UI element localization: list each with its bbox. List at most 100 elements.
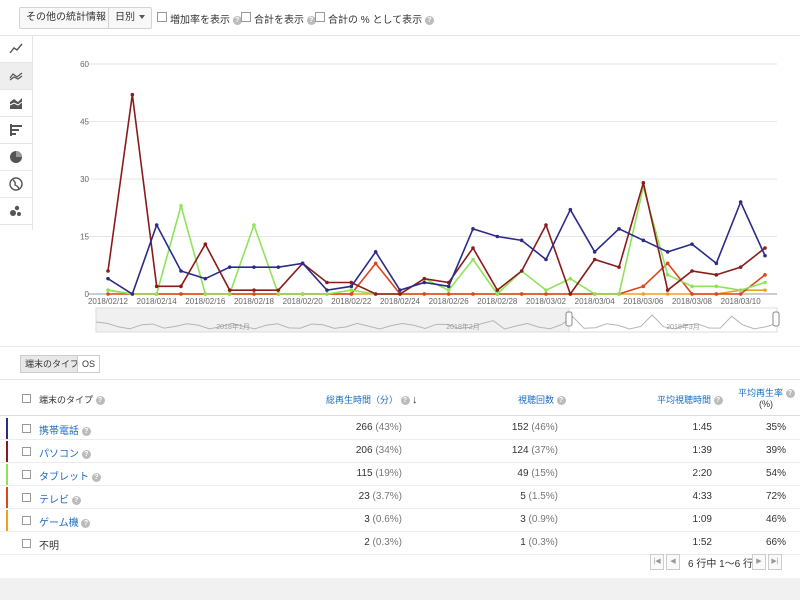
help-icon[interactable]: ? [713,396,723,406]
data-point-mobile [544,257,548,262]
help-icon[interactable]: ? [91,472,101,482]
row-checkbox[interactable] [22,539,31,548]
device-type-name[interactable]: ゲーム機 ? [39,514,91,529]
views-pct: (0.9%) [528,514,558,525]
device-type-label: 携帯電話 [39,426,79,437]
x-tick-label: 2018/02/24 [380,297,421,306]
watch-time-value: 115 [356,468,373,479]
growth-checkbox[interactable] [157,12,167,22]
data-point-tablet [544,288,548,292]
data-point-mobile [276,265,281,269]
data-point-mobile [495,234,500,239]
help-icon[interactable]: ? [81,518,91,528]
row-checkbox[interactable] [22,516,31,525]
area-chart-icon[interactable] [0,90,32,117]
total-pct-checkbox[interactable] [315,12,325,22]
total-label: 合計を表示 ? [254,11,316,26]
growth-label: 増加率を表示 ? [170,11,242,26]
data-point-pc [422,276,427,281]
next-page-icon[interactable]: ▶ [752,554,766,570]
data-point-pc [130,92,135,97]
x-tick-label: 2018/02/20 [283,297,324,306]
col-views[interactable]: 視聴回数 ? [518,393,566,406]
data-point-mobile [227,265,232,269]
help-icon[interactable]: ? [424,15,434,25]
tab-os[interactable]: OS [77,355,101,373]
series-color-bar [6,418,8,439]
data-point-tv [446,292,451,296]
bar-chart-icon[interactable] [0,117,32,144]
data-point-tablet [154,292,159,296]
total-pct-text: 合計の % として表示 [328,15,423,26]
avg-pct-cell: 39% [765,445,786,456]
table-header: 端末のタイプ ? 総再生時間（分） ? ↓ 視聴回数 ? 平均視聴時間 ? 平均… [0,381,800,416]
select-all-checkbox[interactable] [22,394,31,403]
data-point-mobile [763,253,767,258]
line-chart-icon[interactable] [0,36,32,63]
row-checkbox[interactable] [22,447,31,456]
avg-pct-cell: 54% [765,468,786,479]
data-point-mobile [179,269,183,273]
x-tick-label: 2018/03/02 [526,297,567,306]
device-type-name[interactable]: 携帯電話 ? [39,422,91,437]
navigator-month-label: 2018年1月 [216,322,249,331]
data-point-mobile [349,284,354,289]
avg-duration-cell: 2:20 [692,468,712,479]
period-dropdown[interactable]: 日別 [108,7,152,29]
device-type-name[interactable]: タブレット ? [39,468,101,483]
x-tick-label: 2018/02/28 [477,297,518,306]
table-row: 不明 2 (0.3%) 1 (0.3%) 1:52 66% [0,532,800,555]
data-point-mobile [665,250,670,254]
data-point-mobile [690,242,694,246]
data-point-pc [373,292,378,296]
help-icon[interactable]: ? [71,495,81,505]
data-point-pc [690,269,694,273]
help-icon[interactable]: ? [81,426,91,436]
data-point-mobile [325,288,329,292]
device-type-name[interactable]: テレビ ? [39,491,81,506]
last-page-icon[interactable]: ▶| [768,554,782,570]
navigator-month-label: 2018年3月 [666,322,699,331]
data-point-tablet [325,292,329,296]
help-icon[interactable]: ? [556,396,566,406]
data-point-mobile [300,261,305,266]
total-checkbox[interactable] [241,12,251,22]
device-type-name[interactable]: パソコン ? [39,445,91,460]
globe-icon[interactable] [0,171,32,198]
watch-time-pct: (19%) [375,468,402,479]
data-point-tv [641,284,646,289]
data-point-mobile [446,284,451,289]
first-page-icon[interactable]: |◀ [650,554,664,570]
pie-chart-icon[interactable] [0,144,32,171]
help-icon[interactable]: ? [400,396,410,406]
data-point-pc [714,273,719,277]
multi-line-chart-icon[interactable] [0,63,32,90]
data-point-pc [106,269,110,273]
help-icon[interactable]: ? [785,389,795,399]
col-avg-pct[interactable]: 平均再生率 ? (%) [738,386,795,409]
table-row: テレビ ? 23 (3.7%) 5 (1.5%) 4:33 72% [0,486,800,509]
device-type-label: 不明 [39,541,59,552]
views-cell: 152 (46%) [512,422,558,433]
col-watch-time[interactable]: 総再生時間（分） ? ↓ [326,393,418,406]
data-point-pc [398,292,402,296]
help-icon[interactable]: ? [81,449,91,459]
views-value: 152 [511,422,529,433]
growth-text: 増加率を表示 [170,15,230,26]
data-point-pc [227,288,232,292]
data-point-pc [154,284,159,289]
bubble-chart-icon[interactable] [0,198,32,225]
data-point-tv [519,292,524,296]
row-checkbox[interactable] [22,470,31,479]
row-checkbox[interactable] [22,493,31,502]
col-device-type[interactable]: 端末のタイプ ? [39,393,105,406]
prev-page-icon[interactable]: ◀ [666,554,680,570]
col-avg-duration[interactable]: 平均視聴時間 ? [657,393,723,406]
views-pct: (37%) [531,445,558,456]
watch-time-value: 266 [355,422,373,433]
x-tick-label: 2018/03/06 [623,297,664,306]
tab-device-type[interactable]: 端末のタイプ [20,355,85,373]
chart-canvas: 0153045602018/02/12 2018/02/14 2018/02/16 2… [80,60,780,333]
help-icon[interactable]: ? [95,396,105,406]
row-checkbox[interactable] [22,424,31,433]
